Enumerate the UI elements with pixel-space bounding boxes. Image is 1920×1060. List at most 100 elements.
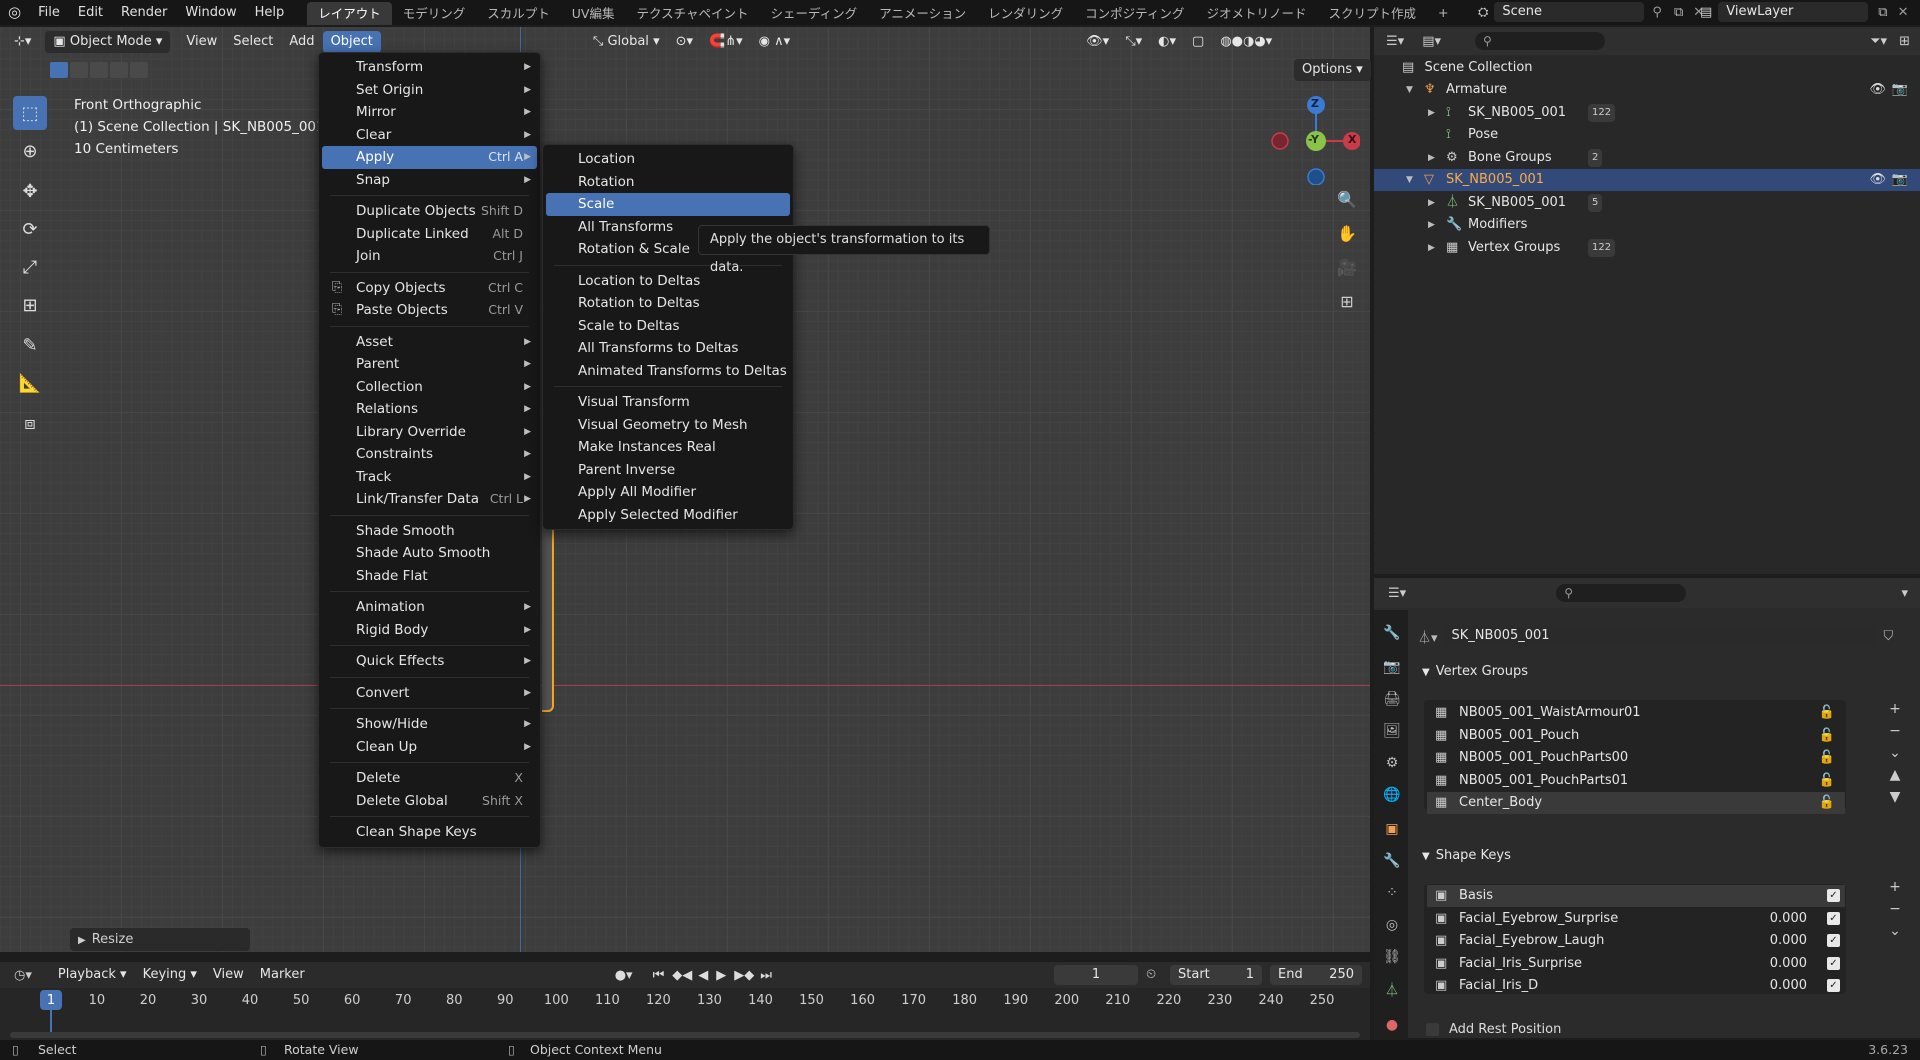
scene-collection-row[interactable]: ▤ Scene Collection (1374, 57, 1920, 79)
object-menu-copy-objects[interactable]: ⎘ Copy Objects Ctrl C (322, 277, 537, 300)
menu-file[interactable]: File (29, 0, 69, 25)
add-vertex-group-button[interactable]: + (1884, 698, 1906, 720)
object-menu-clean-up[interactable]: Clean Up ▶ (322, 736, 537, 759)
world-tab-icon[interactable]: 🌐 (1381, 784, 1403, 806)
mesh-data-icon[interactable]: ⏃▾ (1418, 627, 1438, 646)
object-menu-duplicate-linked[interactable]: Duplicate Linked Alt D (322, 223, 537, 246)
outliner-search[interactable]: ⚲ (1475, 32, 1605, 50)
workspace-tab-6[interactable]: アニメーション (868, 2, 977, 25)
rotate-icon[interactable]: ⟳ (13, 212, 47, 246)
object-menu-relations[interactable]: Relations ▶ (322, 398, 537, 421)
apply-animated-transforms-to-deltas[interactable]: Animated Transforms to Deltas (546, 360, 790, 383)
apply-rotation[interactable]: Rotation (546, 171, 790, 194)
object-menu-shade-smooth[interactable]: Shade Smooth (322, 520, 537, 543)
shape-key-row[interactable]: ▣ Basis ✓ (1427, 885, 1845, 907)
editor-type-button[interactable]: ⊹▾ (0, 31, 39, 53)
object-menu-show-hide[interactable]: Show/Hide ▶ (322, 713, 537, 736)
vertex-group-row[interactable]: ▦ Center_Body 🔓 (1427, 792, 1845, 814)
preview-range-icon[interactable]: ⏲ (1146, 967, 1156, 982)
editor-type-icon[interactable]: ◷▾ (14, 968, 32, 983)
object-menu-apply[interactable]: Apply Ctrl A ▶ (322, 146, 537, 169)
record-icon[interactable]: ●▾ (615, 968, 633, 983)
expand-arrow-icon[interactable]: ▼ (1406, 169, 1413, 191)
lock-icon[interactable]: 🔓 (1819, 770, 1835, 792)
collapse-icon[interactable]: ▾ (1901, 586, 1908, 601)
vertex-group-row[interactable]: ▦ NB005_001_PouchParts01 🔓 (1427, 770, 1845, 792)
scene-field[interactable]: Scene (1494, 2, 1645, 22)
properties-search[interactable]: ⚲ (1556, 584, 1687, 602)
object-menu-duplicate-objects[interactable]: Duplicate Objects Shift D (322, 200, 537, 223)
move-up-icon[interactable]: ▲ (1884, 764, 1906, 786)
expand-arrow-icon[interactable]: ▶ (1428, 192, 1435, 214)
close-viewlayer-icon[interactable]: ✕ (1898, 5, 1909, 20)
lock-icon[interactable]: 🔓 (1819, 725, 1835, 747)
material-tab-icon[interactable]: ● (1381, 1014, 1403, 1036)
zoom-icon[interactable]: 🔍 (1334, 190, 1360, 224)
selected-mesh[interactable] (542, 522, 554, 712)
viewport-menu-object[interactable]: Object (322, 30, 381, 53)
expand-arrow-icon[interactable]: ▶ (1428, 237, 1435, 259)
camera-icon[interactable]: 🎥 (1334, 258, 1360, 292)
outliner-row[interactable]: ⟟ Pose (1374, 124, 1920, 146)
apply-parent-inverse[interactable]: Parent Inverse (546, 459, 790, 482)
navigation-gizmo[interactable]: Z -Y X (1270, 95, 1361, 186)
viewport-menu-select[interactable]: Select (225, 31, 281, 53)
shape-key-value[interactable]: 0.000 (1747, 953, 1807, 975)
shape-keys-header[interactable]: ▼ Shape Keys (1422, 848, 1511, 863)
select-mode-buttons[interactable] (50, 62, 148, 78)
last-operation-panel[interactable]: ▶ Resize (70, 928, 250, 951)
next-keyframe-icon[interactable]: ▶◆ (734, 968, 754, 983)
cursor-icon[interactable]: ⊕ (13, 134, 47, 168)
workspace-tab-10[interactable]: スクリプト作成 (1317, 2, 1427, 25)
tool-tab-icon[interactable]: 🔧 (1381, 622, 1403, 644)
gizmo-toggle-icon[interactable]: ⤡▾ (1117, 31, 1150, 53)
object-tab-icon[interactable]: ▣ (1381, 818, 1403, 840)
object-menu-library-override[interactable]: Library Override ▶ (322, 421, 537, 444)
shape-key-value[interactable]: 0.000 (1747, 908, 1807, 930)
snap-icon[interactable]: 🧲⋔▾ (701, 31, 751, 53)
add-cube-icon[interactable]: ⧈ (13, 406, 47, 440)
apply-apply-all-modifier[interactable]: Apply All Modifier (546, 481, 790, 504)
expand-arrow-icon[interactable]: ▼ (1406, 79, 1413, 101)
new-viewlayer-icon[interactable]: ⧉ (1878, 5, 1887, 20)
apply-visual-transform[interactable]: Visual Transform (546, 391, 790, 414)
editor-type-icon[interactable]: ☰▾ (1388, 586, 1406, 601)
shape-key-row[interactable]: ▣ Facial_Eyebrow_Surprise 0.000 ✓ (1427, 908, 1845, 930)
add-workspace-button[interactable]: + (1427, 1, 1459, 24)
visibility-icon[interactable]: 👁▾ (1078, 31, 1117, 53)
outliner-row[interactable]: ▶ ⏃ SK_NB005_001 5 (1374, 192, 1920, 214)
object-menu-convert[interactable]: Convert ▶ (322, 682, 537, 705)
shape-key-row[interactable]: ▣ Facial_Iris_D 0.000 ✓ (1427, 975, 1845, 997)
shape-key-value[interactable]: 0.000 (1747, 930, 1807, 952)
blender-logo-icon[interactable]: ◎ (0, 0, 29, 25)
proportional-edit-icon[interactable]: ◉ ∧▾ (751, 31, 799, 53)
workspace-tab-4[interactable]: テクスチャペイント (625, 2, 759, 25)
menu-edit[interactable]: Edit (69, 0, 112, 25)
select-intersect-icon[interactable] (130, 62, 148, 78)
xray-icon[interactable]: ▢ (1184, 31, 1212, 53)
shape-key-value[interactable]: 0.000 (1747, 975, 1807, 997)
move-icon[interactable]: ✥ (13, 174, 47, 208)
outliner-row[interactable]: ▶ ⟟ SK_NB005_001 122 (1374, 102, 1920, 124)
vertex-group-row[interactable]: ▦ NB005_001_Pouch 🔓 (1427, 725, 1845, 747)
object-name-field[interactable]: SK_NB005_001 (1443, 626, 1876, 646)
menu-help[interactable]: Help (246, 0, 294, 25)
workspace-tab-8[interactable]: コンポジティング (1074, 2, 1195, 25)
workspace-tab-1[interactable]: モデリング (392, 2, 477, 25)
move-down-icon[interactable]: ▼ (1884, 786, 1906, 808)
add-shape-key-button[interactable]: + (1884, 876, 1906, 898)
grid-icon[interactable]: ⊞ (1334, 292, 1360, 326)
object-menu-shade-auto-smooth[interactable]: Shade Auto Smooth (322, 542, 537, 565)
outliner-row[interactable]: ▶ ⚙ Bone Groups 2 (1374, 147, 1920, 169)
play-reverse-icon[interactable]: ◀ (698, 968, 708, 983)
transform-icon[interactable]: ⊞ (13, 288, 47, 322)
lock-icon[interactable]: 🔓 (1819, 792, 1835, 814)
editor-type-icon[interactable]: ☰▾ (1386, 34, 1404, 49)
vertex-groups-header[interactable]: ▼ Vertex Groups (1422, 664, 1528, 679)
shape-key-row[interactable]: ▣ Facial_Eyebrow_Laugh 0.000 ✓ (1427, 930, 1845, 952)
remove-vertex-group-button[interactable]: − (1884, 720, 1906, 742)
play-icon[interactable]: ▶ (716, 968, 726, 983)
jump-end-icon[interactable]: ⏭ (760, 968, 772, 983)
particles-tab-icon[interactable]: ⁘ (1381, 882, 1403, 904)
object-menu-clean-shape-keys[interactable]: Clean Shape Keys (322, 821, 537, 844)
